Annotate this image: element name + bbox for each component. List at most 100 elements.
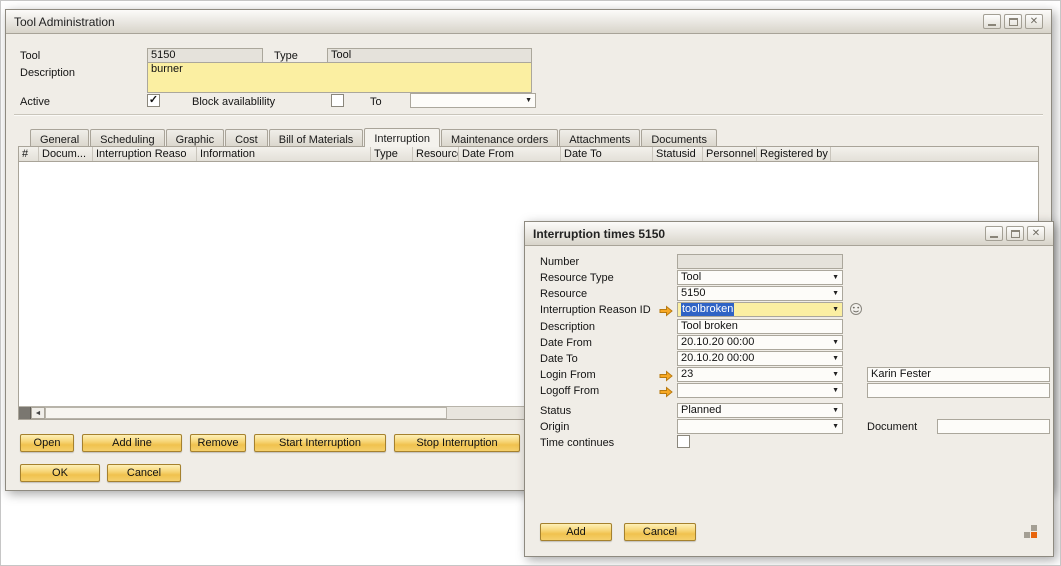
logoff-from-label: Logoff From <box>540 385 599 397</box>
maximize-button[interactable] <box>1004 14 1022 29</box>
chevron-down-icon: ▼ <box>830 352 839 365</box>
block-availability-label: Block availablility <box>192 96 275 108</box>
grid-splitter-handle[interactable] <box>19 407 31 419</box>
window-titlebar[interactable]: Tool Administration ✕ <box>6 10 1051 34</box>
tab-maintenance-orders[interactable]: Maintenance orders <box>441 129 558 147</box>
origin-select[interactable]: ▼ <box>677 419 843 434</box>
dialog-description-field[interactable]: Tool broken <box>677 319 843 334</box>
description-label: Description <box>20 67 75 79</box>
tab-bill-of-materials[interactable]: Bill of Materials <box>269 129 364 147</box>
document-field[interactable] <box>937 419 1050 434</box>
status-label: Status <box>540 405 571 417</box>
active-checkbox[interactable]: ✓ <box>147 94 160 107</box>
login-from-select[interactable]: 23 ▼ <box>677 367 843 382</box>
interruption-times-dialog: Interruption times 5150 ✕ Number Resourc… <box>524 221 1054 557</box>
cancel-button[interactable]: Cancel <box>107 464 181 482</box>
document-label: Document <box>867 421 917 433</box>
column-header-information[interactable]: Information <box>197 147 371 161</box>
logoff-from-select[interactable]: ▼ <box>677 383 843 398</box>
tab-scheduling[interactable]: Scheduling <box>90 129 164 147</box>
column-header-date-to[interactable]: Date To <box>561 147 653 161</box>
column-header-date-from[interactable]: Date From <box>459 147 561 161</box>
tool-field[interactable]: 5150 <box>147 48 263 63</box>
table-header: # Docum... Interruption Reaso Informatio… <box>19 147 1038 162</box>
dialog-cancel-button[interactable]: Cancel <box>624 523 696 541</box>
number-field[interactable] <box>677 254 843 269</box>
type-label: Type <box>274 50 298 62</box>
stop-interruption-button[interactable]: Stop Interruption <box>394 434 520 452</box>
form-settings-grip-icon[interactable] <box>1024 525 1039 540</box>
window-controls: ✕ <box>983 14 1043 29</box>
interruption-reason-label: Interruption Reason ID <box>540 304 651 316</box>
login-from-label: Login From <box>540 369 596 381</box>
dialog-description-label: Description <box>540 321 595 333</box>
tab-cost[interactable]: Cost <box>225 129 268 147</box>
link-arrow-icon[interactable] <box>659 304 673 316</box>
column-header-personnel-id[interactable]: Personnel I <box>703 147 757 161</box>
date-to-select[interactable]: 20.10.20 00:00 ▼ <box>677 351 843 366</box>
date-to-label: Date To <box>540 353 578 365</box>
tool-label: Tool <box>20 50 40 62</box>
dialog-title: Interruption times 5150 <box>533 227 665 241</box>
resource-select[interactable]: 5150 ▼ <box>677 286 843 301</box>
scrollbar-thumb[interactable] <box>45 407 447 419</box>
screen: Tool Administration ✕ Tool 5150 Type Too… <box>0 0 1061 566</box>
selected-text: toolbroken <box>681 303 734 316</box>
to-select[interactable]: ▼ <box>410 93 536 108</box>
interruption-reason-select[interactable]: toolbroken ▼ <box>677 302 843 317</box>
block-availability-checkbox[interactable] <box>331 94 344 107</box>
minimize-button[interactable] <box>983 14 1001 29</box>
check-icon: ✓ <box>149 94 158 106</box>
to-label: To <box>370 96 382 108</box>
add-button[interactable]: Add <box>540 523 612 541</box>
logoff-person-field[interactable] <box>867 383 1050 398</box>
chevron-down-icon: ▼ <box>523 94 532 107</box>
smiley-icon[interactable] <box>849 302 863 316</box>
chevron-down-icon: ▼ <box>830 420 839 433</box>
tab-documents[interactable]: Documents <box>641 129 717 147</box>
tab-attachments[interactable]: Attachments <box>559 129 640 147</box>
open-button[interactable]: Open <box>20 434 74 452</box>
description-field[interactable]: burner <box>147 62 532 93</box>
dialog-titlebar[interactable]: Interruption times 5150 ✕ <box>525 222 1053 246</box>
chevron-down-icon: ▼ <box>830 368 839 381</box>
column-header-type[interactable]: Type <box>371 147 413 161</box>
add-line-button[interactable]: Add line <box>82 434 182 452</box>
resource-type-select[interactable]: Tool ▼ <box>677 270 843 285</box>
active-label: Active <box>20 96 50 108</box>
column-header-document[interactable]: Docum... <box>39 147 93 161</box>
type-field[interactable]: Tool <box>327 48 532 63</box>
remove-button[interactable]: Remove <box>190 434 246 452</box>
tab-graphic[interactable]: Graphic <box>166 129 225 147</box>
column-header-statusid[interactable]: Statusid <box>653 147 703 161</box>
chevron-down-icon: ▼ <box>830 384 839 397</box>
tab-interruption[interactable]: Interruption <box>364 128 440 147</box>
status-select[interactable]: Planned ▼ <box>677 403 843 418</box>
form-separator <box>14 114 1043 116</box>
dialog-minimize-button[interactable] <box>985 226 1003 241</box>
dialog-maximize-button[interactable] <box>1006 226 1024 241</box>
date-from-select[interactable]: 20.10.20 00:00 ▼ <box>677 335 843 350</box>
date-from-label: Date From <box>540 337 592 349</box>
close-button[interactable]: ✕ <box>1025 14 1043 29</box>
column-header-registered-by[interactable]: Registered by <box>757 147 831 161</box>
maximize-icon <box>1009 18 1018 26</box>
column-header-interruption-reason[interactable]: Interruption Reaso <box>93 147 197 161</box>
link-arrow-icon[interactable] <box>659 369 673 381</box>
login-person-field[interactable]: Karin Fester <box>867 367 1050 382</box>
chevron-down-icon: ▼ <box>830 404 839 417</box>
link-arrow-icon[interactable] <box>659 385 673 397</box>
time-continues-label: Time continues <box>540 437 614 449</box>
dialog-close-button[interactable]: ✕ <box>1027 226 1045 241</box>
start-interruption-button[interactable]: Start Interruption <box>254 434 386 452</box>
tab-general[interactable]: General <box>30 129 89 147</box>
ok-button[interactable]: OK <box>20 464 100 482</box>
scroll-left-button[interactable]: ◄ <box>31 407 45 419</box>
column-header-index[interactable]: # <box>19 147 39 161</box>
dialog-window-controls: ✕ <box>985 226 1045 241</box>
time-continues-checkbox[interactable] <box>677 435 690 448</box>
chevron-down-icon: ▼ <box>830 303 839 316</box>
maximize-icon <box>1011 230 1020 238</box>
chevron-down-icon: ▼ <box>830 336 839 349</box>
column-header-resource[interactable]: Resource <box>413 147 459 161</box>
